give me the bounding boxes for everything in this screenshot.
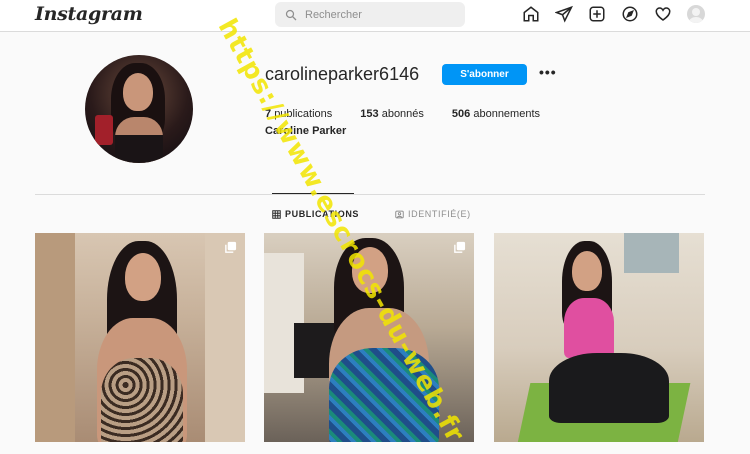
profile-username: carolineparker6146: [265, 64, 420, 84]
new-post-icon[interactable]: [587, 4, 607, 24]
publications-count: 7: [265, 108, 272, 120]
following-stat[interactable]: 506 abonnements: [452, 108, 540, 120]
followers-count: 153: [360, 108, 379, 120]
search-icon: [285, 9, 297, 20]
post-thumbnail[interactable]: [264, 233, 474, 442]
multiple-photos-icon: [454, 241, 466, 253]
activity-heart-icon[interactable]: [653, 4, 673, 24]
explore-icon[interactable]: [620, 4, 640, 24]
tab-publications-label: PUBLICATIONS: [285, 209, 360, 219]
tabs-divider: [35, 194, 705, 195]
multiple-photos-icon: [225, 241, 237, 253]
more-options-icon[interactable]: •••: [539, 64, 557, 80]
nav-icons: [521, 4, 706, 24]
profile-avatar-icon[interactable]: [686, 4, 706, 24]
tab-tagged-label: IDENTIFIÉ(E): [408, 209, 471, 219]
post-thumbnail[interactable]: [35, 233, 245, 442]
post-thumbnail[interactable]: [494, 233, 704, 442]
home-icon[interactable]: [521, 4, 541, 24]
active-tab-indicator: [272, 193, 354, 194]
profile-picture[interactable]: [85, 55, 193, 163]
following-count: 506: [451, 108, 471, 120]
publications-label: publications: [274, 108, 333, 120]
following-label: abonnements: [473, 108, 541, 120]
search-box[interactable]: [275, 2, 465, 27]
grid-icon: [272, 209, 281, 219]
tab-tagged[interactable]: IDENTIFIÉ(E): [395, 209, 471, 219]
search-input[interactable]: [305, 8, 455, 21]
instagram-logo[interactable]: Instagram: [35, 3, 143, 25]
profile-full-name: Caroline Parker: [265, 125, 347, 137]
tab-publications[interactable]: PUBLICATIONS: [272, 209, 359, 219]
top-navigation-bar: Instagram: [0, 0, 750, 32]
direct-message-icon[interactable]: [554, 4, 574, 24]
followers-label: abonnés: [381, 108, 424, 120]
profile-stats: 7 publications 153 abonnés 506 abonnemen…: [265, 108, 568, 120]
follow-button[interactable]: S'abonner: [442, 64, 527, 85]
publications-stat: 7 publications: [265, 108, 332, 120]
followers-stat[interactable]: 153 abonnés: [360, 108, 424, 120]
tagged-icon: [395, 210, 404, 218]
